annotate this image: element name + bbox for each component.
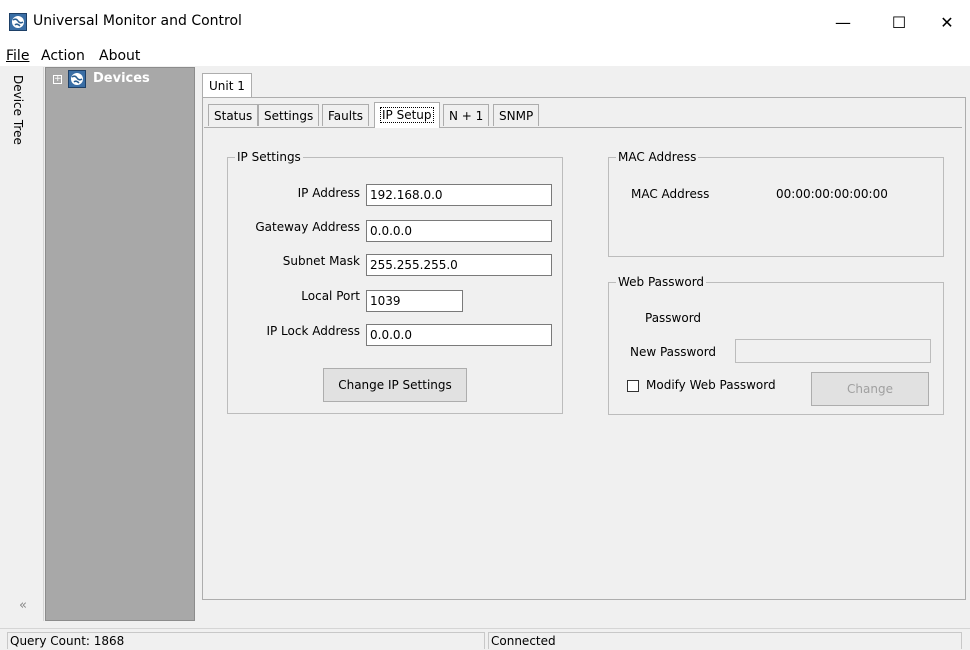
window-title: Universal Monitor and Control <box>33 13 242 29</box>
modify-web-password-checkbox[interactable] <box>627 380 639 392</box>
device-tree-panel <box>45 67 195 621</box>
subnet-mask-label: Subnet Mask <box>282 254 360 268</box>
mac-address-value: 00:00:00:00:00:00 <box>776 187 888 201</box>
collapse-chevron-icon[interactable]: « <box>19 598 27 613</box>
change-ip-settings-button[interactable]: Change IP Settings <box>323 368 467 402</box>
ip-settings-title: IP Settings <box>235 150 303 164</box>
minimize-button[interactable]: — <box>820 0 866 45</box>
tab-n-plus-1-label: N + 1 <box>449 109 484 123</box>
tab-status-label: Status <box>214 109 253 123</box>
tab-settings[interactable]: Settings <box>258 104 320 126</box>
menu-action[interactable]: Action <box>41 48 85 64</box>
tab-snmp-label: SNMP <box>499 109 534 123</box>
ip-lock-address-field[interactable]: 0.0.0.0 <box>366 324 552 346</box>
password-label: Password <box>645 311 702 325</box>
tab-ip-setup[interactable]: IP Setup <box>374 102 440 128</box>
close-button[interactable]: ✕ <box>924 0 970 45</box>
change-password-button[interactable]: Change <box>811 372 929 406</box>
new-password-field[interactable] <box>735 339 931 363</box>
local-port-field[interactable]: 1039 <box>366 290 463 312</box>
menu-action-label: Action <box>41 48 85 64</box>
menu-about-label: About <box>99 48 141 64</box>
gateway-address-field[interactable]: 0.0.0.0 <box>366 220 552 242</box>
menu-bar <box>0 45 970 66</box>
tab-settings-label: Settings <box>264 109 314 123</box>
tab-ip-setup-label: IP Setup <box>380 107 434 123</box>
ip-address-label: IP Address <box>297 186 360 200</box>
menu-about[interactable]: About <box>99 48 140 64</box>
local-port-label: Local Port <box>301 289 360 303</box>
query-count-status: Query Count: 1868 <box>7 632 485 649</box>
tree-node-devices[interactable]: Devices <box>93 71 150 86</box>
web-password-title: Web Password <box>616 275 707 289</box>
tab-faults[interactable]: Faults <box>322 104 370 126</box>
mac-address-title: MAC Address <box>616 150 699 164</box>
mac-address-label: MAC Address <box>631 187 710 201</box>
tree-expand-icon[interactable]: + <box>53 75 62 84</box>
connection-status: Connected <box>488 632 962 649</box>
gateway-address-label: Gateway Address <box>255 220 360 234</box>
menu-file[interactable]: File <box>6 48 29 64</box>
subnet-mask-field[interactable]: 255.255.255.0 <box>366 254 552 276</box>
menu-file-label: File <box>6 48 30 64</box>
device-tree-strip[interactable] <box>7 67 44 621</box>
ip-lock-address-label: IP Lock Address <box>266 324 360 338</box>
tab-status[interactable]: Status <box>208 104 259 126</box>
tab-unit-1[interactable]: Unit 1 <box>202 73 252 97</box>
tab-faults-label: Faults <box>328 109 364 123</box>
ip-address-field[interactable]: 192.168.0.0 <box>366 184 552 206</box>
app-globe-icon <box>9 13 27 31</box>
devices-globe-icon <box>68 70 86 88</box>
mac-address-group <box>608 157 944 257</box>
modify-web-password-label[interactable]: Modify Web Password <box>646 378 776 392</box>
device-tree-strip-label[interactable]: Device Tree <box>11 75 25 145</box>
tab-n-plus-1[interactable]: N + 1 <box>443 104 490 126</box>
maximize-button[interactable]: ☐ <box>876 0 922 45</box>
new-password-label: New Password <box>630 345 717 359</box>
tab-snmp[interactable]: SNMP <box>493 104 540 126</box>
